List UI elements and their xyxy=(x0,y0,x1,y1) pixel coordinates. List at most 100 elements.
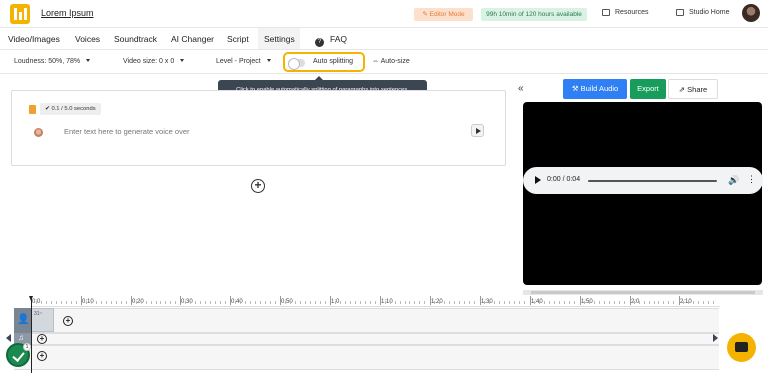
play-block-button[interactable] xyxy=(471,124,484,137)
playhead[interactable] xyxy=(29,296,33,373)
minor-tick xyxy=(444,301,446,304)
share-icon: ⇗ xyxy=(678,85,688,94)
audio-seek-bar[interactable] xyxy=(588,180,717,182)
tick-label: 1:30 xyxy=(480,296,493,305)
build-audio-button[interactable]: ⚒ Build Audio xyxy=(563,79,627,99)
tab-settings[interactable]: Settings xyxy=(264,34,295,44)
tab-faq-label: FAQ xyxy=(330,34,348,44)
minor-tick xyxy=(434,301,436,304)
tick-label: 0:20 xyxy=(131,296,144,305)
minor-tick xyxy=(145,301,147,304)
minor-tick xyxy=(90,301,92,304)
minor-tick xyxy=(50,301,52,304)
play-icon[interactable] xyxy=(535,176,541,184)
timeline-scroll-right-icon[interactable] xyxy=(713,334,718,342)
tab-video-images[interactable]: Video/Images xyxy=(8,34,60,44)
voice-track-header[interactable]: 👤 xyxy=(14,308,31,333)
share-label: Share xyxy=(687,85,708,94)
voice-clip[interactable]: 31~ xyxy=(31,308,54,332)
tick-label: 1:10 xyxy=(380,296,393,305)
auto-size-button[interactable]: ⇔ Auto-size xyxy=(372,58,410,65)
more-options-icon[interactable]: ⋮ xyxy=(747,174,756,185)
minor-tick xyxy=(519,301,521,304)
add-music-clip-icon[interactable]: + xyxy=(37,334,47,344)
minor-tick xyxy=(499,301,501,304)
resources-link[interactable]: Resources xyxy=(602,9,648,16)
tab-faq[interactable]: ? FAQ xyxy=(315,34,347,47)
minor-tick xyxy=(558,301,560,304)
minor-tick xyxy=(175,301,177,304)
voiceover-text-input[interactable] xyxy=(64,127,444,136)
minor-tick xyxy=(240,301,242,304)
time-available-badge: 99h 10min of 120 hours available xyxy=(481,8,587,21)
add-soundtrack-clip-icon[interactable]: + xyxy=(37,351,47,361)
audio-player: 0:00 / 0:04 🔊 ⋮ xyxy=(523,167,763,194)
minor-tick xyxy=(653,301,655,304)
minor-tick xyxy=(494,301,496,304)
studio-home-link[interactable]: Studio Home xyxy=(676,9,729,16)
volume-icon[interactable]: 🔊 xyxy=(728,175,739,186)
tab-script[interactable]: Script xyxy=(227,34,249,44)
add-voice-clip-icon[interactable]: + xyxy=(63,316,73,326)
minor-tick xyxy=(703,301,705,304)
checklist-badge: 1 xyxy=(23,343,31,351)
minor-tick xyxy=(225,301,227,304)
minor-tick xyxy=(543,301,545,304)
voice-track xyxy=(14,308,719,333)
loudness-dropdown[interactable]: Loudness: 50%, 78% xyxy=(14,58,91,65)
minor-tick xyxy=(170,301,172,304)
main-tabs: Video/Images Voices Soundtrack AI Change… xyxy=(0,28,768,50)
clip-label: 31~ xyxy=(34,311,43,317)
editor-mode-badge[interactable]: ✎ Editor Mode xyxy=(414,8,473,21)
minor-tick xyxy=(200,301,202,304)
minor-tick xyxy=(349,301,351,304)
add-block-button[interactable]: + xyxy=(251,179,265,193)
minor-tick xyxy=(344,301,346,304)
tab-voices[interactable]: Voices xyxy=(75,34,100,44)
collapse-panel-icon[interactable]: « xyxy=(518,83,524,94)
minor-tick xyxy=(419,301,421,304)
minor-tick xyxy=(85,301,87,304)
level-dropdown[interactable]: Level - Project xyxy=(216,58,271,65)
horizontal-scrollbar[interactable] xyxy=(523,290,763,295)
minor-tick xyxy=(573,301,575,304)
minor-tick xyxy=(588,301,590,304)
video-size-dropdown[interactable]: Video size: 0 x 0 xyxy=(123,58,185,65)
minor-tick xyxy=(623,301,625,304)
app-logo[interactable] xyxy=(10,4,30,24)
project-name-link[interactable]: Lorem Ipsum xyxy=(41,8,94,18)
timeline-scroll-left-icon[interactable] xyxy=(6,334,11,342)
minor-tick xyxy=(40,301,42,304)
tab-ai-changer[interactable]: AI Changer xyxy=(171,34,214,44)
minor-tick xyxy=(100,301,102,304)
minor-tick xyxy=(275,301,277,304)
auto-splitting-toggle[interactable] xyxy=(288,58,305,70)
minor-tick xyxy=(384,301,386,304)
tab-soundtrack[interactable]: Soundtrack xyxy=(114,34,157,44)
duration-chip: ✔ 0.1 / 5.0 seconds xyxy=(40,103,101,115)
share-button[interactable]: ⇗ Share xyxy=(668,79,718,99)
soundtrack-track xyxy=(14,345,719,370)
minor-tick xyxy=(205,301,207,304)
minor-tick xyxy=(598,301,600,304)
minor-tick xyxy=(618,301,620,304)
minor-tick xyxy=(220,301,222,304)
edit-icon: ✎ xyxy=(422,11,430,18)
chevron-down-icon xyxy=(266,59,271,62)
minor-tick xyxy=(374,301,376,304)
minor-tick xyxy=(250,301,252,304)
timeline-ruler[interactable]: 0:0 0:10 0:20 0:30 0:40 0:50 1:0 1:10 1:… xyxy=(30,296,720,307)
user-avatar[interactable] xyxy=(742,4,760,22)
voice-avatar[interactable] xyxy=(34,128,43,137)
minor-tick xyxy=(309,301,311,304)
person-icon: 👤 xyxy=(17,314,30,325)
studio-icon xyxy=(676,9,684,16)
minor-tick xyxy=(324,301,326,304)
trash-icon[interactable] xyxy=(29,105,36,114)
minor-tick xyxy=(504,301,506,304)
chat-button[interactable] xyxy=(727,333,756,362)
export-button[interactable]: Export xyxy=(630,79,666,99)
minor-tick xyxy=(265,301,267,304)
resize-horizontal-icon: ⇔ xyxy=(372,58,381,65)
duration-label: 0.1 / 5.0 seconds xyxy=(51,106,96,112)
